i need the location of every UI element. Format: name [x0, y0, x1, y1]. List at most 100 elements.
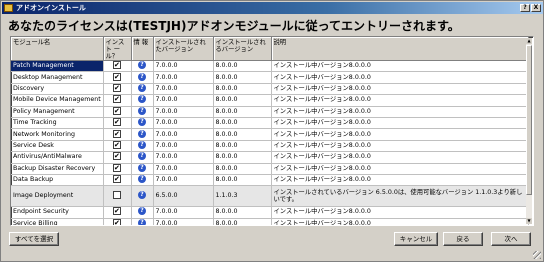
row-description: インストール中バージョン8.0.0.0	[271, 117, 529, 130]
col-info[interactable]: 情 報	[131, 37, 154, 61]
install-checkbox[interactable]	[113, 174, 121, 184]
installed-version: 7.0.0.0	[153, 106, 214, 118]
install-checkbox[interactable]	[113, 72, 121, 82]
table-row[interactable]: Policy Management? 7.0.0.08.0.0.0インストール中バ…	[11, 106, 529, 118]
info-icon[interactable]: ?	[138, 218, 146, 225]
help-button[interactable]: ?	[520, 4, 530, 12]
module-name[interactable]: Endpoint Security	[11, 206, 104, 219]
module-name[interactable]: Service Desk	[11, 140, 104, 153]
col-description[interactable]: 説明	[271, 37, 529, 61]
target-version: 8.0.0.0	[213, 163, 272, 175]
module-name[interactable]: Policy Management	[11, 106, 104, 118]
info-icon[interactable]: ?	[138, 61, 146, 70]
installed-version: 7.0.0.0	[153, 174, 214, 187]
module-name[interactable]: Desktop Management	[11, 71, 104, 84]
target-version: 8.0.0.0	[213, 140, 272, 153]
module-name[interactable]: Antivirus/AntiMalware	[11, 151, 104, 164]
row-description: インストール中バージョン8.0.0.0	[271, 151, 529, 164]
info-icon[interactable]: ?	[138, 191, 146, 200]
module-name[interactable]: Patch Management	[11, 60, 104, 73]
installed-version: 6.5.0.0	[153, 185, 214, 208]
target-version: 8.0.0.0	[213, 83, 272, 96]
table-row[interactable]: Backup Disaster Recovery? 7.0.0.08.0.0.0イ…	[11, 163, 529, 175]
table-row[interactable]: Patch Management? 7.0.0.08.0.0.0インストール中バー…	[11, 60, 529, 73]
install-checkbox[interactable]	[113, 117, 121, 127]
next-button[interactable]: 次へ	[491, 232, 531, 246]
target-version: 8.0.0.0	[213, 218, 272, 225]
installed-version: 7.0.0.0	[153, 218, 214, 225]
scroll-up-icon[interactable]: ▲	[526, 38, 532, 44]
row-description: インストール中バージョン8.0.0.0	[271, 71, 529, 84]
module-name[interactable]: Discovery	[11, 83, 104, 96]
installed-version: 7.0.0.0	[153, 83, 214, 96]
installed-version: 7.0.0.0	[153, 163, 214, 175]
back-button[interactable]: 戻る	[443, 232, 483, 246]
info-icon[interactable]: ?	[138, 207, 146, 216]
cancel-button[interactable]: キャンセル	[394, 232, 438, 246]
info-icon[interactable]: ?	[138, 163, 146, 172]
module-name[interactable]: Backup Disaster Recovery	[11, 163, 104, 175]
info-icon[interactable]: ?	[138, 118, 146, 127]
install-checkbox[interactable]	[113, 83, 121, 93]
vertical-scrollbar[interactable]: ▲ ▼	[526, 38, 532, 224]
module-name[interactable]: Service Billing	[11, 218, 104, 225]
target-version: 8.0.0.0	[213, 206, 272, 219]
installed-version: 7.0.0.0	[153, 117, 214, 130]
target-version: 8.0.0.0	[213, 106, 272, 118]
install-checkbox[interactable]	[113, 207, 121, 216]
install-checkbox[interactable]	[113, 140, 121, 150]
close-button[interactable]: X	[531, 4, 541, 12]
module-name[interactable]: Network Monitoring	[11, 128, 104, 141]
module-name[interactable]: Mobile Device Management	[11, 94, 104, 107]
table-row[interactable]: Discovery? 7.0.0.08.0.0.0インストール中バージョン8.0.…	[11, 83, 529, 96]
table-row[interactable]: Time Tracking? 7.0.0.08.0.0.0インストール中バージョン…	[11, 117, 529, 130]
scroll-down-icon[interactable]: ▼	[526, 218, 532, 224]
info-icon[interactable]: ?	[138, 95, 146, 104]
row-description: インストール中バージョン8.0.0.0	[271, 163, 529, 175]
installed-version: 7.0.0.0	[153, 71, 214, 84]
title-bar: アドオンインストール ? X	[2, 2, 543, 14]
install-checkbox[interactable]	[113, 163, 121, 173]
installed-version: 7.0.0.0	[153, 151, 214, 164]
table-row[interactable]: Antivirus/AntiMalware? 7.0.0.08.0.0.0インスト…	[11, 151, 529, 164]
col-module-name[interactable]: モジュール名	[11, 37, 104, 61]
row-description: インストール中バージョン8.0.0.0	[271, 218, 529, 225]
table-row[interactable]: Desktop Management? 7.0.0.08.0.0.0インストール中…	[11, 71, 529, 84]
module-name[interactable]: Image Deployment	[11, 185, 104, 208]
module-name[interactable]: Data Backup	[11, 174, 104, 187]
table-row[interactable]: Endpoint Security? 7.0.0.08.0.0.0インストール中バ…	[11, 206, 529, 219]
table-row[interactable]: Service Desk? 7.0.0.08.0.0.0インストール中バージョン8…	[11, 140, 529, 153]
info-icon[interactable]: ?	[138, 106, 146, 115]
row-description: インストール中バージョン8.0.0.0	[271, 83, 529, 96]
scroll-thumb[interactable]	[526, 45, 532, 195]
install-checkbox[interactable]	[113, 129, 121, 139]
col-install[interactable]: インスト ール？	[103, 37, 132, 61]
table-row[interactable]: Data Backup? 7.0.0.08.0.0.0インストール中バージョン8.…	[11, 174, 529, 187]
info-icon[interactable]: ?	[138, 83, 146, 92]
install-checkbox[interactable]	[113, 152, 121, 161]
table-row[interactable]: Mobile Device Management? 7.0.0.08.0.0.0イ…	[11, 94, 529, 107]
addon-install-dialog: アドオンインストール ? X あなたのライセンスは(TESTJH)アドオンモジュ…	[0, 0, 544, 262]
install-checkbox[interactable]	[113, 191, 121, 200]
info-icon[interactable]: ?	[138, 129, 146, 138]
col-installed-version[interactable]: インストールされたバージョン	[153, 37, 214, 61]
install-checkbox[interactable]	[113, 218, 121, 225]
module-name[interactable]: Time Tracking	[11, 117, 104, 130]
table-header: モジュール名 インスト ール？ 情 報 インストールされたバージョン インストー…	[11, 37, 529, 61]
table-row[interactable]: Image Deployment? 6.5.0.0 1.1.0.3 インストールされて…	[11, 185, 529, 208]
info-icon[interactable]: ?	[138, 72, 146, 81]
installed-version: 7.0.0.0	[153, 206, 214, 219]
info-icon[interactable]: ?	[138, 175, 146, 184]
info-icon[interactable]: ?	[138, 140, 146, 149]
table-row[interactable]: Network Monitoring? 7.0.0.08.0.0.0インストール中…	[11, 128, 529, 141]
install-checkbox[interactable]	[113, 61, 121, 70]
select-all-button[interactable]: すべてを選択	[9, 232, 59, 246]
install-checkbox[interactable]	[113, 106, 121, 116]
table-row[interactable]: Service Billing? 7.0.0.08.0.0.0インストール中バージ…	[11, 218, 529, 225]
col-target-version[interactable]: インストールされるバージョン	[213, 37, 272, 61]
info-icon[interactable]: ?	[138, 152, 146, 161]
resize-grip[interactable]	[533, 251, 541, 259]
install-checkbox[interactable]	[113, 95, 121, 104]
target-version: 8.0.0.0	[213, 60, 272, 73]
installed-version: 7.0.0.0	[153, 60, 214, 73]
